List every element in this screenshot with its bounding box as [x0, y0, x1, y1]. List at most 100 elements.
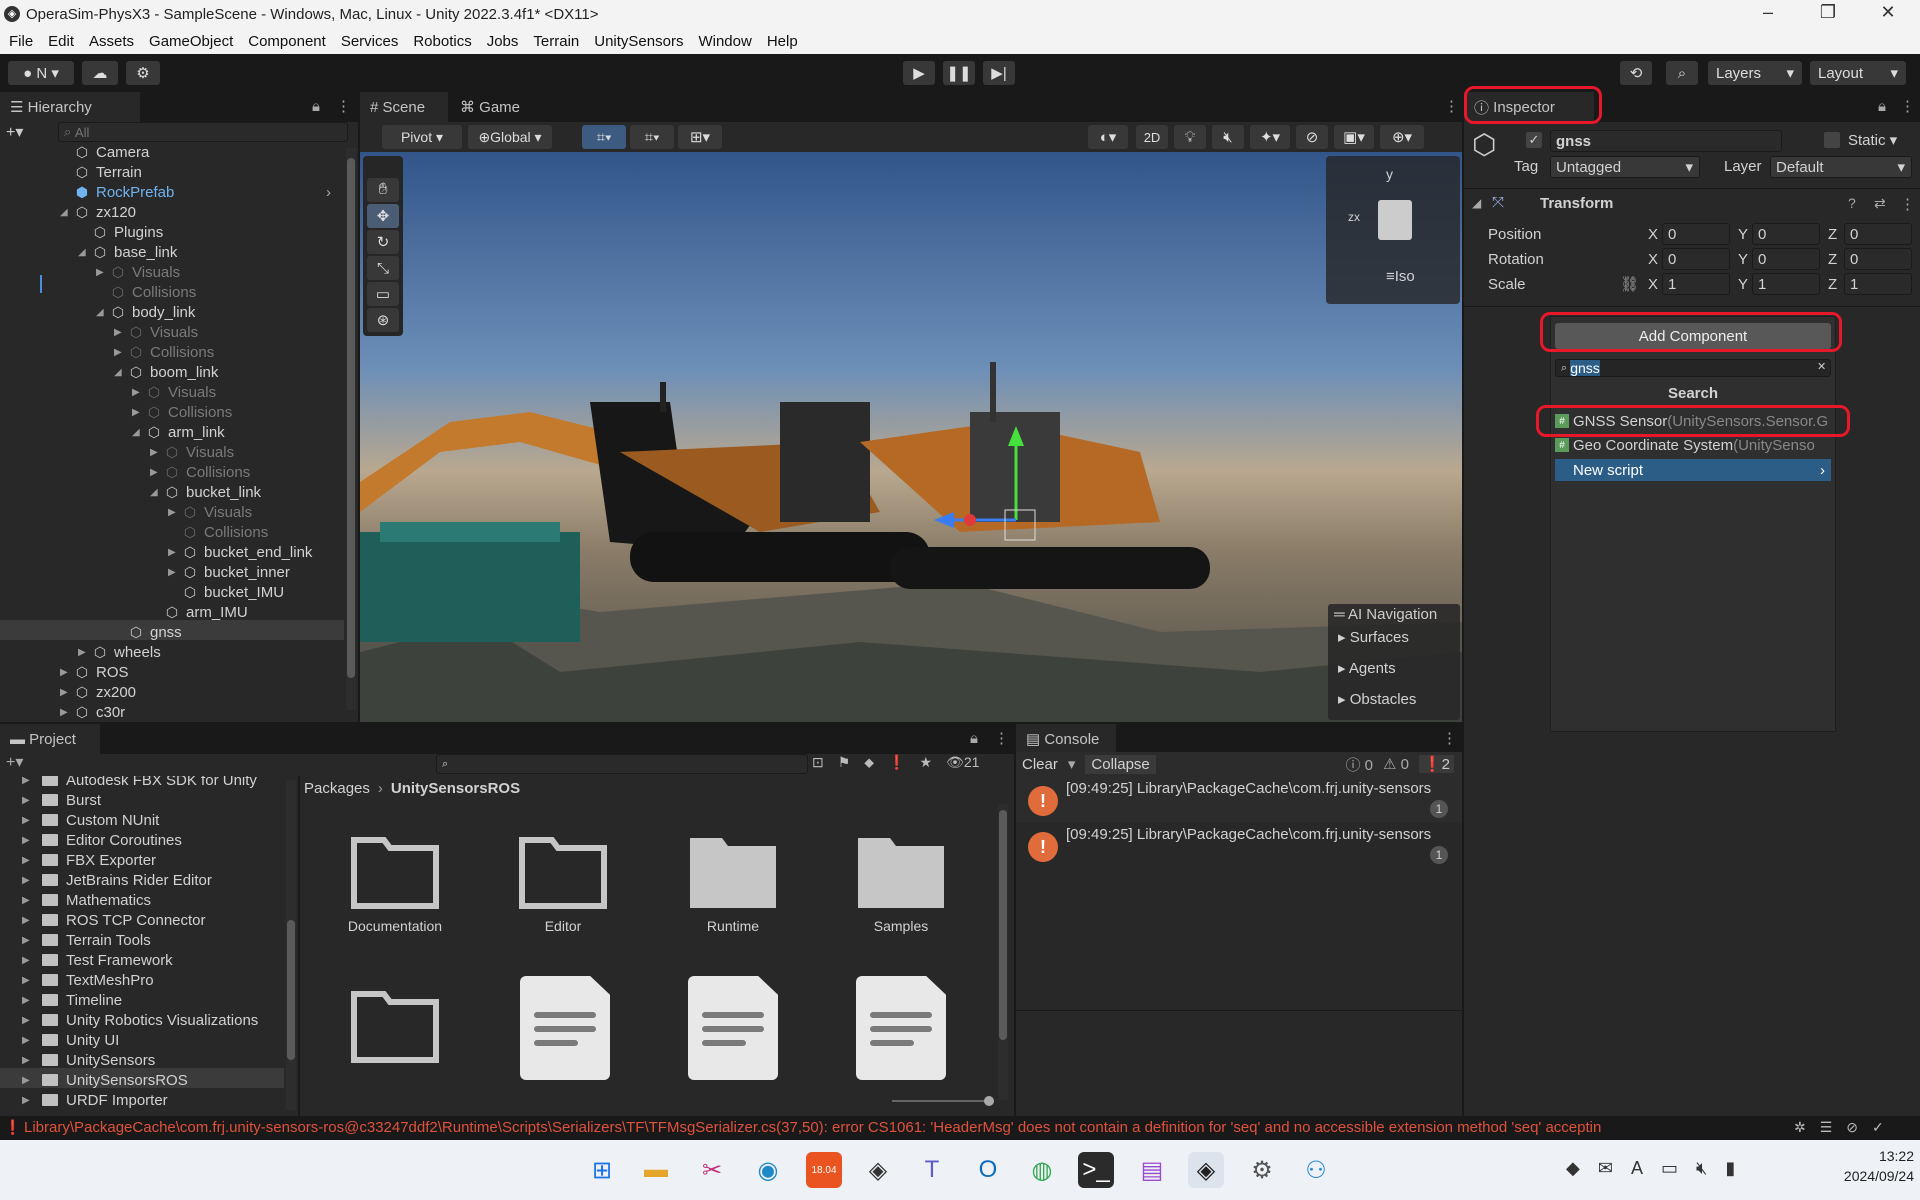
search-by-label-icon[interactable]: ⚑: [838, 754, 851, 771]
collapse-icon[interactable]: ▶: [132, 387, 146, 398]
more-icon[interactable]: ⋮: [1444, 97, 1459, 115]
project-folder[interactable]: ▶ Editor Coroutines: [22, 830, 182, 850]
collab-icon[interactable]: ⚙: [126, 61, 160, 85]
collapse-icon[interactable]: ▶: [150, 467, 164, 478]
static-checkbox[interactable]: [1824, 132, 1840, 148]
preset-icon[interactable]: ⇄: [1874, 195, 1886, 212]
battery-icon[interactable]: ▮: [1725, 1158, 1735, 1179]
hierarchy-item[interactable]: ◢ ⬡ body_link: [96, 302, 195, 322]
breadcrumb-current[interactable]: UnitySensorsROS: [391, 780, 520, 797]
hierarchy-item[interactable]: ◢ ⬡ base_link: [78, 242, 177, 262]
lock-icon[interactable]: 🔒︎: [1878, 98, 1886, 115]
error-filter[interactable]: ❗2: [1418, 755, 1454, 773]
hierarchy-item[interactable]: ▶ ⬡ bucket_end_link: [168, 542, 312, 562]
new-script-item[interactable]: New script ›: [1555, 459, 1831, 481]
hierarchy-item-selected[interactable]: ⬡ gnss: [128, 622, 182, 642]
minimize-icon[interactable]: –: [1748, 2, 1788, 23]
collapse-icon[interactable]: ▶: [60, 687, 74, 698]
expand-icon[interactable]: ◢: [132, 427, 146, 438]
notepad-icon[interactable]: ▤: [1134, 1152, 1170, 1188]
project-folder[interactable]: ▶ Unity UI: [22, 1030, 119, 1050]
project-folder[interactable]: ▶ Custom NUnit: [22, 810, 159, 830]
hand-tool-icon[interactable]: ✋︎: [367, 178, 399, 202]
project-folder[interactable]: ▶ Mathematics: [22, 890, 151, 910]
expand-icon[interactable]: ◢: [78, 247, 92, 258]
collapse-icon[interactable]: ▶: [96, 267, 110, 278]
move-tool-icon[interactable]: ✥: [367, 204, 399, 228]
project-folder[interactable]: ▶ Test Framework: [22, 950, 173, 970]
collapse-icon[interactable]: ▶: [114, 347, 128, 358]
more-icon[interactable]: ⋮: [1900, 195, 1915, 213]
hierarchy-item[interactable]: ⬡ bucket_IMU: [182, 582, 284, 602]
hierarchy-item[interactable]: ⬡ Plugins: [92, 222, 163, 242]
clear-options-icon[interactable]: ▾: [1068, 755, 1076, 773]
pivot-dropdown[interactable]: Pivot ▾: [382, 125, 462, 149]
help-icon[interactable]: ?: [1848, 195, 1856, 211]
shading-mode-icon[interactable]: ◐▾: [1088, 125, 1128, 149]
layers-icon[interactable]: ☰: [1820, 1119, 1833, 1136]
menu-unitysensors[interactable]: UnitySensors: [594, 33, 683, 50]
menu-assets[interactable]: Assets: [89, 33, 134, 50]
asset-scrollbar[interactable]: [998, 804, 1008, 1100]
edge-icon[interactable]: ◉: [750, 1152, 786, 1188]
project-search-input[interactable]: ⌕: [436, 754, 808, 774]
audio-icon[interactable]: 🔇︎: [1212, 125, 1244, 149]
asset-folder-samples[interactable]: [856, 836, 946, 910]
hierarchy-item[interactable]: ▶ ⬡ Visuals: [168, 502, 252, 522]
hierarchy-item[interactable]: ▶ ⬡ zx200: [60, 682, 136, 702]
start-icon[interactable]: ⊞: [584, 1152, 620, 1188]
clock-date[interactable]: 2024/09/24: [1814, 1168, 1914, 1184]
console-entry[interactable]: ! [09:49:25] Library\PackageCache\com.fr…: [1016, 822, 1462, 868]
expand-icon[interactable]: ◢: [150, 487, 164, 498]
scale-z-field[interactable]: 1: [1844, 273, 1912, 295]
network-icon[interactable]: ▭: [1661, 1158, 1678, 1179]
tab-scene[interactable]: # Scene: [360, 92, 448, 122]
project-folder[interactable]: ▶ Terrain Tools: [22, 930, 151, 950]
hidden-objects-icon[interactable]: ⊘: [1296, 125, 1328, 149]
rect-tool-icon[interactable]: ▭: [367, 282, 399, 306]
expand-icon[interactable]: ◢: [1472, 196, 1481, 210]
camera-icon[interactable]: ▣▾: [1334, 125, 1374, 149]
project-folder[interactable]: ▶ UnitySensors: [22, 1050, 155, 1070]
position-z-field[interactable]: 0: [1844, 223, 1912, 245]
file-explorer-icon[interactable]: ▬: [638, 1152, 674, 1188]
zoom-slider[interactable]: [892, 1096, 994, 1106]
scale-x-field[interactable]: 1: [1662, 273, 1730, 295]
search-by-tag-icon[interactable]: ⬥: [864, 754, 874, 771]
warning-filter[interactable]: ⚠ 0: [1383, 755, 1409, 773]
expand-icon[interactable]: ◢: [60, 207, 74, 218]
more-icon[interactable]: ⋮: [336, 97, 351, 115]
add-icon[interactable]: +▾: [6, 122, 23, 142]
hierarchy-item[interactable]: ▶ ⬡ bucket_inner: [168, 562, 290, 582]
tab-game[interactable]: ⌘ Game: [450, 92, 530, 122]
grid-icon[interactable]: ⌗▾: [630, 125, 674, 149]
ai-nav-surfaces[interactable]: ▸ Surfaces: [1338, 628, 1409, 646]
hierarchy-item[interactable]: ▶ ⬡ Visuals: [114, 322, 198, 342]
increment-snap-icon[interactable]: ⊞▾: [678, 125, 722, 149]
collapse-toggle[interactable]: Collapse: [1085, 754, 1156, 774]
asset-folder-documentation[interactable]: [350, 836, 440, 910]
python-icon[interactable]: ⚇: [1298, 1152, 1334, 1188]
collapse-icon[interactable]: ▶: [132, 407, 146, 418]
teams-icon[interactable]: T: [914, 1152, 950, 1188]
text-file-icon[interactable]: [688, 976, 778, 1080]
project-folder-selected[interactable]: ▶ UnitySensorsROS: [22, 1070, 188, 1090]
hierarchy-item[interactable]: ⬢ RockPrefab: [74, 182, 175, 202]
progress-icon[interactable]: ⊘: [1846, 1119, 1858, 1136]
collapse-icon[interactable]: ▶: [60, 667, 74, 678]
account-button[interactable]: ● N ▾: [8, 61, 74, 85]
rotate-tool-icon[interactable]: ↻: [367, 230, 399, 254]
tab-console[interactable]: ▤ Console: [1016, 724, 1116, 754]
position-y-field[interactable]: 0: [1752, 223, 1820, 245]
lock-icon[interactable]: 🔒︎: [970, 730, 978, 747]
hierarchy-item[interactable]: ▶ ⬡ Visuals: [132, 382, 216, 402]
scale-y-field[interactable]: 1: [1752, 273, 1820, 295]
menu-window[interactable]: Window: [698, 33, 751, 50]
asset-folder[interactable]: [350, 990, 440, 1064]
project-folder[interactable]: ▶ Timeline: [22, 990, 122, 1010]
hierarchy-item[interactable]: ⬡ arm_IMU: [164, 602, 248, 622]
position-x-field[interactable]: 0: [1662, 223, 1730, 245]
terminal-icon[interactable]: >_: [1078, 1152, 1114, 1188]
layout-dropdown[interactable]: Layout ▾: [1810, 61, 1906, 85]
transform-header[interactable]: Transform: [1540, 195, 1613, 212]
